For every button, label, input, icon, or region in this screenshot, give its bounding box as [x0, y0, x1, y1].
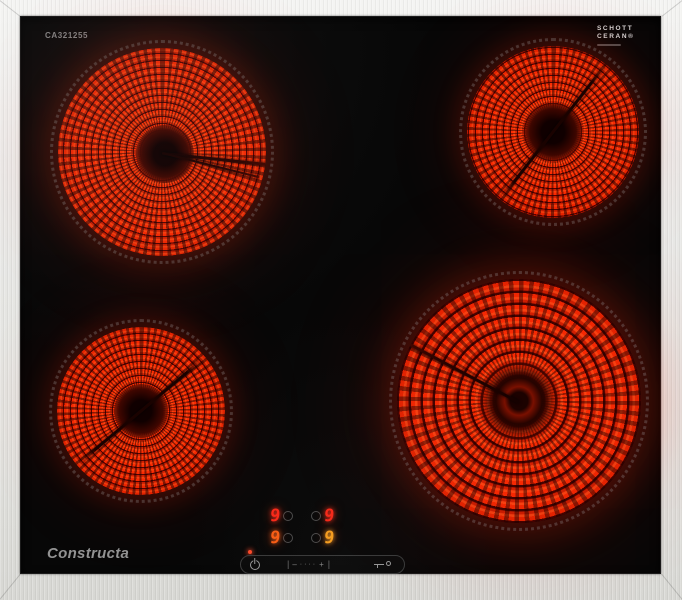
zone-indicator-ring: [311, 511, 321, 521]
zone-indicator-ring: [283, 511, 294, 521]
strip-divider: |: [327, 559, 331, 569]
slider-minus-label: –: [292, 560, 298, 569]
burner-rear-left: [50, 40, 274, 264]
power-level-digit: 9: [322, 506, 336, 526]
coil-connector-line: [161, 152, 266, 167]
zone-indicator-ring: [311, 533, 321, 543]
zone-display-rear-right: 9: [311, 506, 336, 526]
power-level-digit: 9: [268, 528, 282, 548]
schott-logo-line2: CERAN®: [597, 33, 635, 40]
strip-divider: |: [287, 559, 290, 569]
power-indicator-led: [248, 550, 252, 554]
coil-glow: [397, 279, 641, 523]
coil-hub: [524, 103, 582, 161]
frame-corner-seam: [0, 573, 21, 600]
coil-hub: [114, 384, 168, 438]
touch-control-strip: | – ···· + |: [240, 555, 405, 574]
zone-display-front-left: 9: [268, 528, 294, 548]
heating-coil: [467, 46, 639, 218]
model-number-label: CA321255: [45, 31, 89, 40]
key-lock-icon: [374, 563, 384, 565]
power-slider[interactable]: – ···· +: [292, 560, 324, 569]
heating-coil: [58, 48, 266, 256]
heating-coil: [397, 279, 641, 523]
coil-connector-line: [405, 341, 520, 404]
coil-glow: [58, 48, 266, 256]
child-lock-button[interactable]: [374, 560, 391, 569]
brand-logo: Constructa: [47, 545, 130, 562]
coil-connector-line: [501, 66, 605, 198]
power-level-digit: 9: [268, 506, 282, 526]
schott-logo-subtext: [597, 44, 621, 46]
key-lock-icon: [386, 561, 391, 567]
ceramic-glass-surface: CA321255 SCHOTT CERAN® Constructa 9 9 9 …: [20, 16, 661, 574]
coil-hub: [136, 125, 194, 183]
frame-corner-seam: [661, 0, 682, 17]
heating-coil: [57, 327, 225, 495]
schott-ceran-logo: SCHOTT CERAN®: [597, 25, 635, 46]
burner-rear-right: [459, 38, 647, 226]
coil-connector-line: [161, 152, 260, 179]
cooktop: CA321255 SCHOTT CERAN® Constructa 9 9 9 …: [0, 0, 682, 600]
coil-connector-line: [79, 359, 203, 463]
power-button[interactable]: [248, 557, 261, 571]
coil-hub: [480, 362, 558, 440]
frame-corner-seam: [661, 573, 682, 600]
zone-indicator-ring: [283, 533, 294, 543]
zone-display-rear-left: 9: [268, 506, 294, 526]
slider-dots: ····: [299, 561, 318, 568]
power-level-digit: 9: [322, 528, 336, 548]
key-lock-icon: [376, 565, 378, 568]
schott-logo-line1: SCHOTT: [597, 25, 634, 32]
frame-corner-seam: [0, 0, 21, 17]
slider-plus-label: +: [319, 560, 325, 569]
standby-power-icon: [253, 557, 256, 564]
burner-front-left: [49, 319, 233, 503]
zone-display-front-right: 9: [311, 528, 336, 548]
coil-glow: [57, 327, 225, 495]
burner-front-right: [389, 271, 649, 531]
coil-glow: [467, 46, 639, 218]
